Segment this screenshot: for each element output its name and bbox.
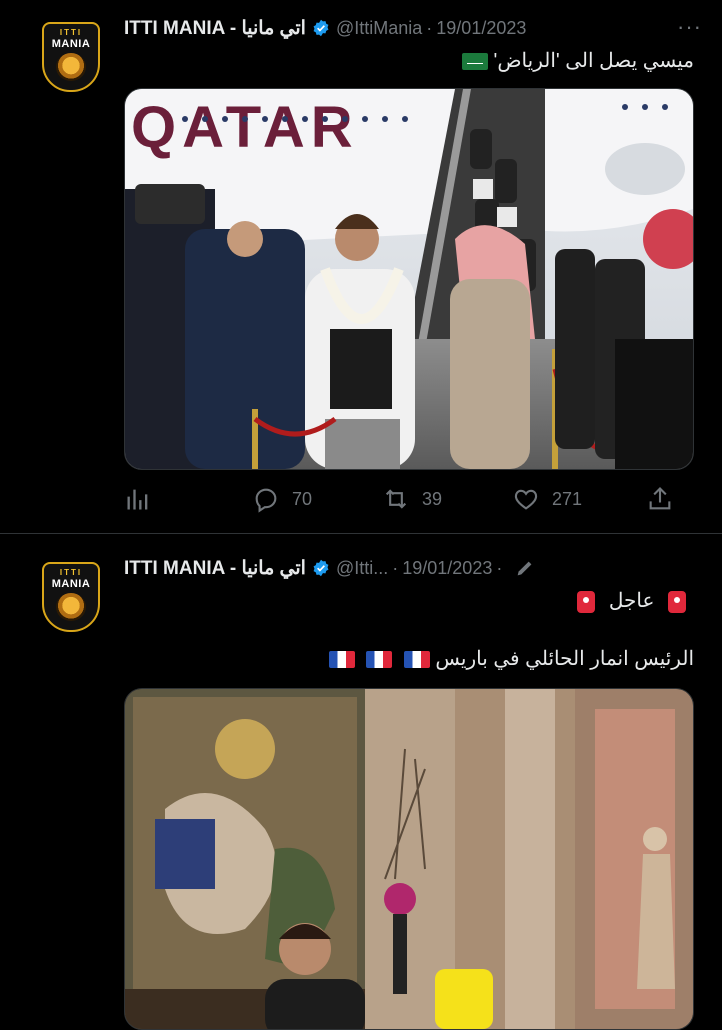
views-button[interactable] bbox=[124, 485, 252, 513]
avatar-top-text: ITTI bbox=[59, 28, 83, 37]
saudi-flag-icon bbox=[461, 53, 488, 71]
tweet-photo[interactable]: QATAR bbox=[124, 88, 694, 470]
airline-livery-text: QATAR bbox=[131, 95, 359, 160]
tweet-date[interactable]: 19/01/2023 bbox=[402, 558, 492, 579]
france-flag-icon bbox=[366, 651, 393, 669]
reply-button[interactable]: 70 bbox=[252, 485, 382, 513]
urgent-text: عاجل bbox=[608, 590, 655, 612]
tweet-photo[interactable] bbox=[124, 688, 694, 1030]
verified-badge-icon bbox=[313, 19, 329, 37]
tweet-2[interactable]: ITTI MANIA ITTI MANIA - اتي مانيا @Itti.… bbox=[0, 540, 722, 1030]
author-name[interactable]: ITTI MANIA - اتي مانيا bbox=[124, 17, 306, 40]
tiger-logo-icon bbox=[56, 593, 86, 621]
tweet-text: الرئيس انمار الحائلي في باريس bbox=[435, 648, 694, 670]
france-flag-icon bbox=[403, 651, 430, 669]
tweet-text: ميسي يصل الى 'الرياض' bbox=[493, 50, 694, 72]
separator-dot: · bbox=[496, 557, 503, 578]
avatar-brand-text: MANIA bbox=[51, 578, 91, 590]
share-icon bbox=[649, 487, 671, 510]
tweet-divider bbox=[0, 533, 722, 534]
share-button[interactable] bbox=[646, 485, 674, 513]
tweet-actions: 70 39 271 bbox=[124, 480, 694, 518]
retweet-count: 39 bbox=[422, 488, 443, 509]
tweet-text-row: ميسي يصل الى 'الرياض' bbox=[456, 48, 694, 73]
tiger-logo-icon bbox=[56, 53, 86, 81]
like-count: 271 bbox=[552, 488, 583, 509]
tweet-1[interactable]: ITTI MANIA ITTI MANIA - اتي مانيا @IttiM… bbox=[0, 0, 722, 530]
edit-icon[interactable] bbox=[514, 557, 536, 579]
author-handle[interactable]: @Itti... bbox=[336, 558, 388, 579]
reply-icon bbox=[255, 488, 277, 513]
views-icon bbox=[127, 489, 148, 510]
retweet-button[interactable]: 39 bbox=[382, 485, 512, 513]
paris-photo-icon bbox=[125, 689, 693, 1029]
tweet-header: ITTI MANIA - اتي مانيا @Itti... · 19/01/… bbox=[124, 554, 702, 582]
urgent-row: عاجل bbox=[569, 588, 694, 613]
author-name[interactable]: ITTI MANIA - اتي مانيا bbox=[124, 557, 306, 580]
avatar[interactable]: ITTI MANIA bbox=[42, 22, 100, 92]
avatar[interactable]: ITTI MANIA bbox=[42, 562, 100, 632]
siren-icon bbox=[668, 590, 686, 613]
arrival-photo-icon: QATAR bbox=[125, 89, 693, 469]
separator-dot: · bbox=[392, 557, 399, 578]
tweet-header: ITTI MANIA - اتي مانيا @IttiMania · 19/0… bbox=[124, 14, 702, 42]
avatar-brand-text: MANIA bbox=[51, 38, 91, 50]
retweet-icon bbox=[385, 489, 407, 509]
avatar-top-text: ITTI bbox=[59, 568, 83, 577]
like-icon bbox=[514, 489, 538, 510]
tweet-date[interactable]: 19/01/2023 bbox=[436, 18, 526, 39]
author-handle[interactable]: @IttiMania bbox=[336, 18, 422, 39]
separator-dot: · bbox=[426, 17, 433, 38]
like-button[interactable]: 271 bbox=[512, 485, 646, 513]
tweet-text-row: الرئيس انمار الحائلي في باريس bbox=[323, 646, 694, 671]
france-flag-icon bbox=[328, 651, 355, 669]
verified-badge-icon bbox=[313, 559, 329, 577]
more-icon[interactable]: ··· bbox=[677, 14, 702, 40]
siren-icon bbox=[577, 590, 596, 613]
reply-count: 70 bbox=[292, 488, 313, 509]
